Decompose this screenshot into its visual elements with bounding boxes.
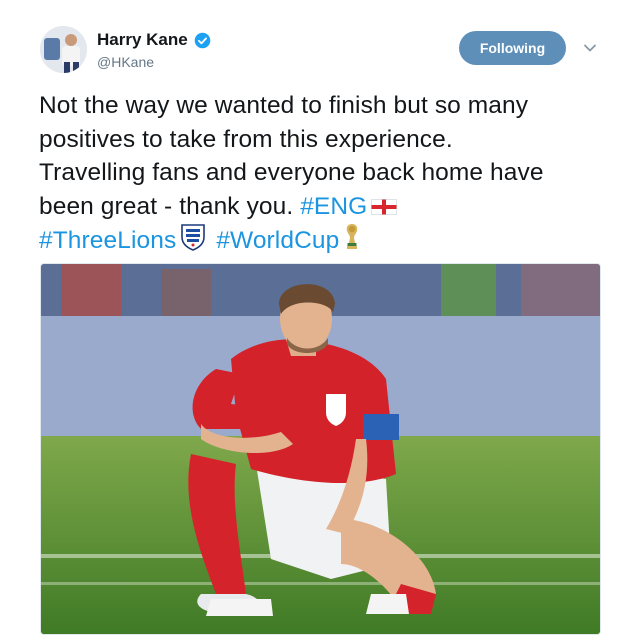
following-button[interactable]: Following (459, 31, 566, 65)
tweet-line: positives to take from this experience. (39, 125, 453, 153)
verified-badge-icon (194, 32, 211, 48)
tweet-line-text: been great - thank you. (39, 192, 301, 220)
tweet-text: Not the way we wanted to finish but so m… (39, 89, 614, 258)
display-name[interactable]: Harry Kane (97, 30, 188, 50)
hashtag-eng[interactable]: #ENG (300, 193, 367, 220)
chevron-down-icon[interactable] (582, 40, 598, 56)
england-crest-icon (181, 224, 206, 251)
tweet-line: Travelling fans and everyone back home h… (39, 159, 544, 186)
tweet-line: been great - thank you. #ENG (39, 190, 614, 224)
world-cup-trophy-icon (347, 224, 358, 249)
avatar[interactable] (40, 26, 87, 73)
tweet-photo[interactable] (40, 263, 601, 635)
tweet-line: #ThreeLions #WorldCup (39, 223, 614, 258)
user-name-row[interactable]: Harry Kane (97, 30, 211, 50)
tweet-line: Not the way we wanted to finish but so m… (39, 92, 529, 119)
hashtag-worldcup[interactable]: #WorldCup (216, 227, 339, 254)
hashtag-threelions[interactable]: #ThreeLions (39, 227, 176, 254)
england-flag-icon (371, 198, 398, 215)
user-handle[interactable]: @HKane (97, 54, 154, 70)
